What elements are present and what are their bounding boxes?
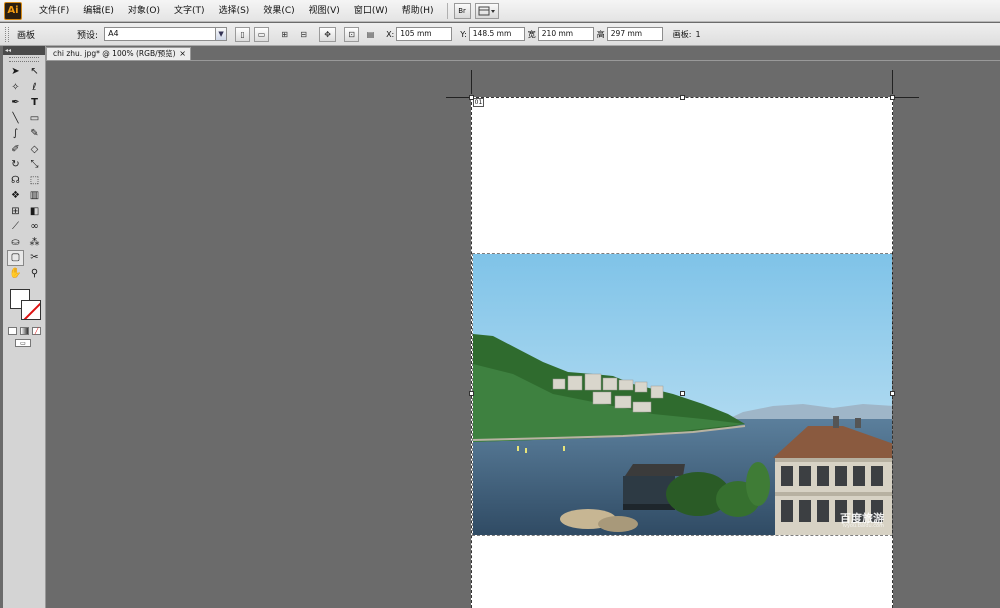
document-tab[interactable]: chi zhu. jpg* @ 100% (RGB/预览) × — [46, 47, 191, 60]
blob-brush-tool-icon[interactable]: ✐ — [7, 142, 24, 158]
zoom-tool-icon[interactable]: ⚲ — [26, 266, 43, 282]
y-label: Y: — [460, 29, 467, 39]
mesh-tool-icon[interactable]: ⊞ — [7, 204, 24, 220]
x-field[interactable]: 105 mm — [396, 27, 453, 41]
artboards-label: 画板: — [672, 29, 692, 39]
height-field[interactable]: 297 mm — [606, 27, 663, 41]
width-field[interactable]: 210 mm — [537, 27, 594, 41]
y-field[interactable]: 148.5 mm — [468, 27, 525, 41]
width-label: 宽 — [527, 29, 536, 39]
screen-mode-icon[interactable]: ▭ — [15, 339, 31, 347]
stroke-swatch[interactable] — [21, 300, 41, 320]
reference-point-icon[interactable]: ⊡ — [344, 26, 360, 42]
free-transform-tool-icon[interactable]: ⬚ — [26, 173, 43, 189]
symbol-sprayer-tool-icon[interactable]: ❖ — [7, 188, 24, 204]
menu-select[interactable]: 选择(S) — [212, 0, 257, 22]
screen-mode-row: ▭ — [3, 339, 45, 347]
menu-window[interactable]: 窗口(W) — [347, 0, 395, 22]
artboard-options-icon[interactable]: ▤ — [363, 27, 378, 42]
crop-mark — [471, 70, 472, 94]
landscape-orientation-icon[interactable]: ▭ — [254, 26, 270, 42]
none-icon[interactable]: ╱ — [32, 327, 41, 335]
slice-tool-icon[interactable]: ✂ — [26, 250, 43, 266]
live-paint-selection-tool-icon[interactable]: ⁂ — [26, 235, 43, 251]
lasso-tool-icon[interactable]: ℓ — [26, 80, 43, 96]
tools-panel-grip[interactable] — [9, 57, 39, 62]
watermark-sub: lvyou.baidu.com — [842, 523, 884, 529]
gradient-icon[interactable] — [20, 327, 29, 335]
direct-selection-tool-icon[interactable]: ↖ — [26, 64, 43, 80]
rectangle-tool-icon[interactable]: ▭ — [26, 111, 43, 127]
selection-tool-icon[interactable]: ➤ — [7, 64, 24, 80]
menu-separator — [446, 2, 448, 19]
eyedropper-tool-icon[interactable]: ⟋ — [7, 219, 24, 235]
line-segment-tool-icon[interactable]: ╲ — [7, 111, 24, 127]
delete-artboard-icon[interactable]: ⊟ — [296, 27, 311, 42]
color-mode-row: ╱ — [3, 327, 45, 335]
color-icon[interactable] — [8, 327, 17, 335]
menu-edit[interactable]: 编辑(E) — [76, 0, 121, 22]
image-handle[interactable] — [890, 391, 895, 396]
artboard-handle[interactable] — [680, 95, 685, 100]
menu-bar: Ai 文件(F) 编辑(E) 对象(O) 文字(T) 选择(S) 效果(C) 视… — [0, 0, 1000, 22]
preset-label: 预设: — [77, 30, 99, 41]
hand-tool-icon[interactable]: ✋ — [7, 266, 24, 282]
watermark: 百度旅游 lvyou.baidu.com — [840, 513, 884, 529]
new-artboard-icon[interactable]: ⊞ — [277, 27, 292, 42]
menu-file[interactable]: 文件(F) — [32, 0, 76, 22]
rotate-tool-icon[interactable]: ↻ — [7, 157, 24, 173]
x-label: X: — [386, 29, 395, 39]
menu-effect[interactable]: 效果(C) — [256, 0, 301, 22]
document-tab-title: chi zhu. jpg* @ 100% (RGB/预览) — [53, 49, 176, 58]
control-bar-grip[interactable] — [5, 26, 9, 42]
arrange-documents-icon[interactable] — [474, 2, 499, 19]
artboard-number: 01 — [473, 98, 484, 107]
crop-mark — [895, 97, 919, 98]
chevron-down-icon[interactable]: ▼ — [215, 28, 227, 40]
tool-grid: ➤ ↖ ✧ ℓ ✒ T ╲ ▭ ∫ ✎ ✐ ◇ ↻ ⤡ ☊ ⬚ ❖ ▥ ⊞ ◧ … — [3, 64, 45, 281]
bridge-label: Br — [458, 6, 466, 15]
blend-tool-icon[interactable]: ∞ — [26, 219, 43, 235]
artboards-count: 1 — [695, 29, 701, 39]
menu-help[interactable]: 帮助(H) — [395, 0, 441, 22]
fill-stroke-swatches — [7, 287, 43, 323]
image-handle[interactable] — [680, 391, 685, 396]
height-label: 高 — [596, 29, 605, 39]
crop-mark — [892, 70, 893, 94]
menu-type[interactable]: 文字(T) — [167, 0, 212, 22]
pen-tool-icon[interactable]: ✒ — [7, 95, 24, 111]
tools-panel-header[interactable]: ◂◂ — [3, 46, 45, 55]
menu-view[interactable]: 视图(V) — [302, 0, 347, 22]
image-handle[interactable] — [469, 391, 474, 396]
artboard-handle[interactable] — [469, 95, 474, 100]
menu-object[interactable]: 对象(O) — [121, 0, 167, 22]
live-paint-bucket-tool-icon[interactable]: ⛀ — [7, 235, 24, 251]
control-bar: 画板 预设: A4 ▼ ▯ ▭ ⊞ ⊟ ✥ ⊡ ▤ X: 105 mm Y: 1… — [0, 23, 1000, 46]
eraser-tool-icon[interactable]: ◇ — [26, 142, 43, 158]
pencil-tool-icon[interactable]: ✎ — [26, 126, 43, 142]
magic-wand-tool-icon[interactable]: ✧ — [7, 80, 24, 96]
bridge-icon[interactable]: Br — [453, 2, 471, 19]
illustrator-logo: Ai — [4, 1, 22, 20]
artboard-panel-label: 画板 — [17, 30, 36, 41]
paintbrush-tool-icon[interactable]: ∫ — [7, 126, 24, 142]
crop-mark — [446, 97, 470, 98]
preset-select[interactable]: A4 ▼ — [104, 27, 228, 41]
portrait-orientation-icon[interactable]: ▯ — [235, 26, 251, 42]
gradient-tool-icon[interactable]: ◧ — [26, 204, 43, 220]
artboard-tool-icon[interactable]: ▢ — [7, 250, 24, 266]
move-copy-artwork-icon[interactable]: ✥ — [319, 26, 337, 42]
artboard-handle[interactable] — [890, 95, 895, 100]
scale-tool-icon[interactable]: ⤡ — [26, 157, 43, 173]
column-graph-tool-icon[interactable]: ▥ — [26, 188, 43, 204]
preset-value: A4 — [108, 29, 119, 38]
type-tool-icon[interactable]: T — [26, 95, 43, 111]
close-icon[interactable]: × — [179, 48, 186, 60]
warp-tool-icon[interactable]: ☊ — [7, 173, 24, 189]
tools-panel: ◂◂ ➤ ↖ ✧ ℓ ✒ T ╲ ▭ ∫ ✎ ✐ ◇ ↻ ⤡ ☊ ⬚ ❖ ▥ ⊞… — [3, 46, 46, 608]
